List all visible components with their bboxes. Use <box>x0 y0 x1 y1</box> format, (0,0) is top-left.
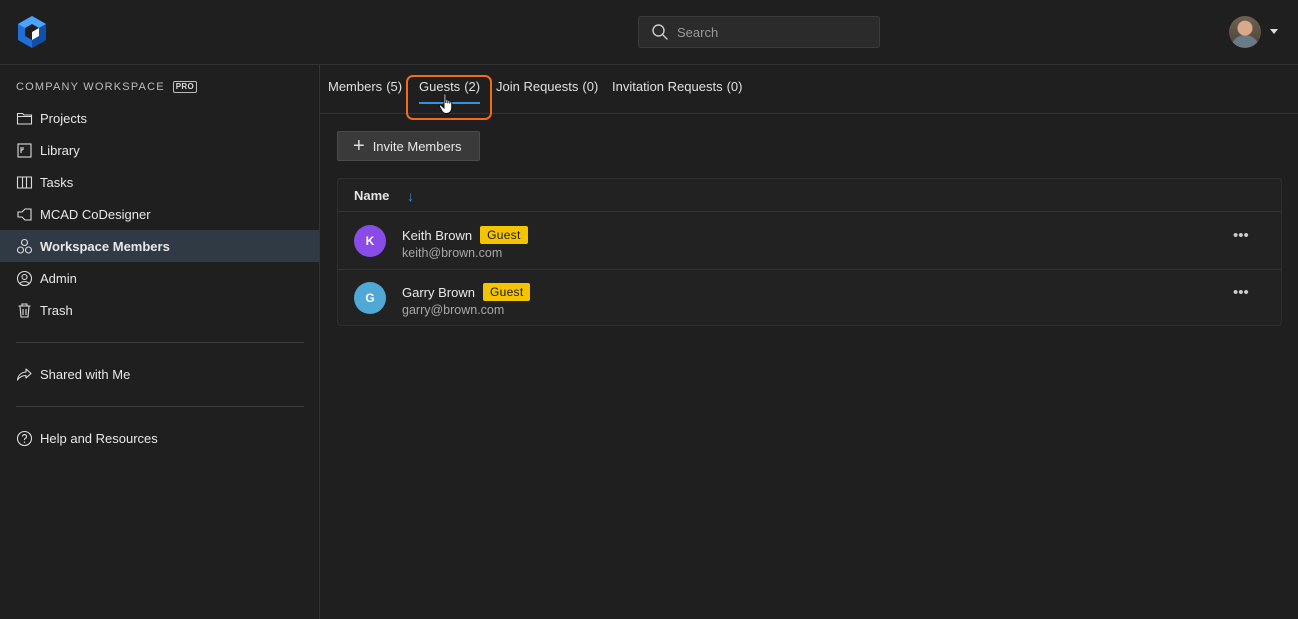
sidebar-item-library[interactable]: Library <box>0 134 319 166</box>
member-name-line: Keith Brown Guest <box>402 226 528 244</box>
search-input[interactable] <box>677 24 857 40</box>
sidebar-item-workspace-members[interactable]: Workspace Members <box>0 230 319 262</box>
chevron-down-icon[interactable] <box>1270 29 1278 34</box>
tab-join-requests[interactable]: Join Requests (0) <box>496 79 598 94</box>
sidebar-item-label: MCAD CoDesigner <box>40 206 151 222</box>
sidebar-item-label: Workspace Members <box>40 238 170 254</box>
tab-count: (0) <box>582 79 599 94</box>
invite-members-button[interactable]: + Invite Members <box>337 131 480 161</box>
hand-pointer-icon <box>438 93 453 114</box>
tab-label: Join Requests <box>496 79 579 94</box>
avatar: K <box>354 225 386 257</box>
sidebar-item-label: Help and Resources <box>40 430 158 446</box>
mcad-icon <box>17 207 32 221</box>
table-row[interactable]: G Garry Brown Guest garry@brown.com ••• <box>338 270 1281 327</box>
sidebar: COMPANY WORKSPACE PRO Projects Library T… <box>0 65 320 619</box>
user-avatar[interactable] <box>1229 16 1261 48</box>
share-icon <box>16 367 32 381</box>
sidebar-item-tasks[interactable]: Tasks <box>0 166 319 198</box>
member-email: keith@brown.com <box>402 246 503 260</box>
workspace-title: COMPANY WORKSPACE PRO <box>16 81 198 93</box>
guest-badge: Guest <box>482 283 531 301</box>
column-header-name[interactable]: Name <box>354 188 389 203</box>
plan-badge: PRO <box>172 81 198 93</box>
tab-label: Invitation Requests <box>612 79 723 94</box>
members-icon <box>16 238 33 254</box>
sidebar-item-help[interactable]: Help and Resources <box>0 422 319 454</box>
guest-badge: Guest <box>480 226 528 244</box>
tab-members[interactable]: Members (5) <box>328 79 402 94</box>
plus-icon: + <box>353 135 365 157</box>
tab-invitation-requests[interactable]: Invitation Requests (0) <box>612 79 742 94</box>
sort-arrow-down-icon[interactable]: ↓ <box>407 188 414 204</box>
sidebar-divider <box>16 406 304 407</box>
trash-icon <box>18 302 31 318</box>
top-bar <box>0 0 1298 65</box>
sidebar-divider <box>16 342 304 343</box>
sidebar-item-projects[interactable]: Projects <box>0 102 319 134</box>
folder-icon <box>16 112 33 125</box>
more-options-icon[interactable]: ••• <box>1233 284 1249 301</box>
sidebar-item-label: Projects <box>40 110 87 126</box>
tab-count: (0) <box>726 79 743 94</box>
sidebar-item-mcad-codesigner[interactable]: MCAD CoDesigner <box>0 198 319 230</box>
sidebar-item-label: Library <box>40 142 80 158</box>
sidebar-item-label: Tasks <box>40 174 74 190</box>
member-name: Garry Brown <box>402 284 475 300</box>
library-icon <box>17 142 32 158</box>
workspace-name: COMPANY WORKSPACE <box>16 81 165 93</box>
guests-table: Name ↓ K Keith Brown Guest keith@brown.c… <box>337 178 1282 326</box>
help-icon <box>16 430 33 446</box>
tab-label: Members <box>328 79 383 94</box>
sidebar-item-label: Admin <box>40 270 77 286</box>
sidebar-item-trash[interactable]: Trash <box>0 294 319 326</box>
admin-icon <box>16 270 33 286</box>
more-options-icon[interactable]: ••• <box>1233 227 1249 244</box>
search-icon <box>652 24 668 40</box>
avatar: G <box>354 282 386 314</box>
sidebar-item-admin[interactable]: Admin <box>0 262 319 294</box>
tasks-icon <box>16 175 33 189</box>
app-logo-icon[interactable] <box>16 15 48 49</box>
member-email: garry@brown.com <box>402 303 505 317</box>
table-row[interactable]: K Keith Brown Guest keith@brown.com ••• <box>338 213 1281 270</box>
sidebar-item-label: Trash <box>40 302 73 318</box>
table-header: Name ↓ <box>338 179 1281 212</box>
member-name-line: Garry Brown Guest <box>402 283 531 301</box>
tab-count: (5) <box>386 79 403 94</box>
search-box[interactable] <box>638 16 880 48</box>
invite-members-label: Invite Members <box>372 138 462 154</box>
sidebar-item-label: Shared with Me <box>40 366 131 382</box>
sidebar-item-shared-with-me[interactable]: Shared with Me <box>0 358 319 390</box>
member-name: Keith Brown <box>402 227 473 243</box>
